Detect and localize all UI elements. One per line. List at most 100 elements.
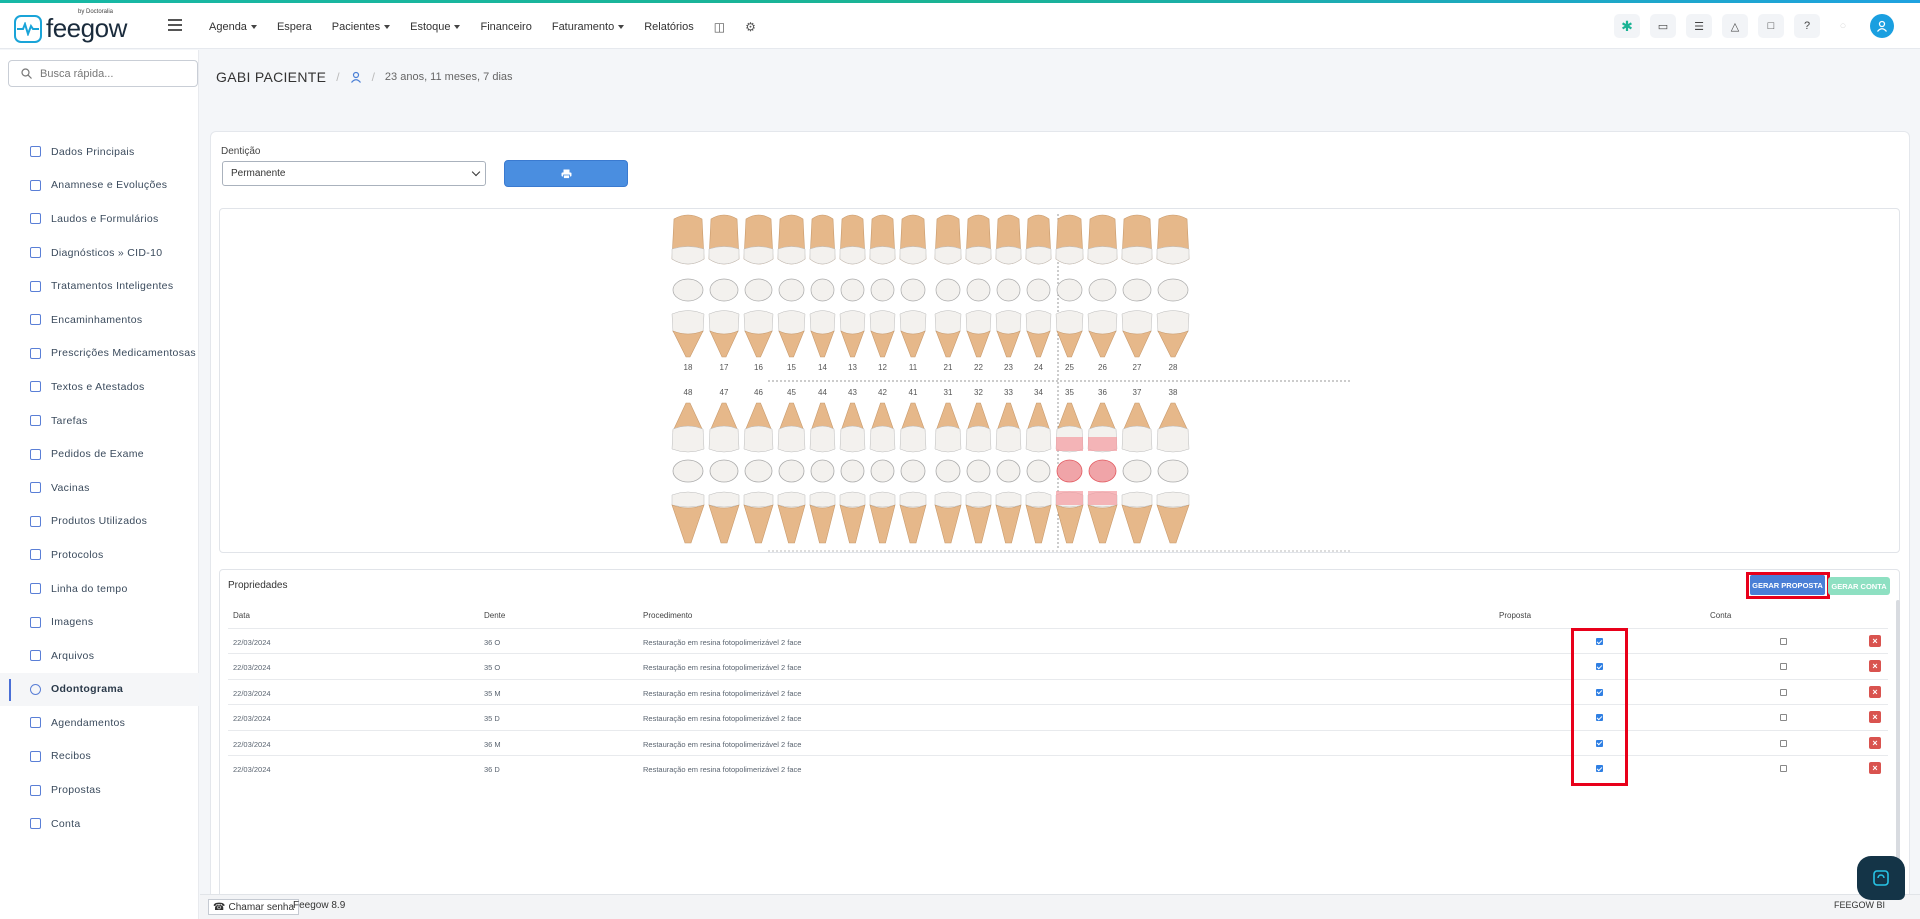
tooth-23[interactable] <box>995 214 1022 358</box>
sidebar-item-arquivos[interactable]: Arquivos <box>0 639 199 673</box>
tooth-43[interactable] <box>839 402 866 544</box>
tooth-46[interactable] <box>743 402 774 544</box>
tooth-28[interactable] <box>1156 214 1190 358</box>
tooth-24[interactable] <box>1025 214 1052 358</box>
tooth-48[interactable] <box>671 402 705 544</box>
database-icon[interactable]: ◫ <box>714 20 725 34</box>
delete-icon[interactable]: × <box>1869 660 1881 673</box>
gerar-conta-button[interactable]: GERAR CONTA <box>1828 577 1890 595</box>
sidebar-item-propostas[interactable]: Propostas <box>0 773 199 807</box>
tooth-44[interactable] <box>809 402 836 544</box>
sidebar-item-odontograma[interactable]: Odontograma <box>0 672 199 707</box>
star-icon[interactable]: ✱ <box>1614 14 1640 38</box>
menu-toggle-icon[interactable] <box>168 19 182 31</box>
nav-financeiro[interactable]: Financeiro <box>480 20 531 34</box>
nav-faturamento[interactable]: Faturamento <box>552 20 625 34</box>
sidebar-item-recibos[interactable]: Recibos <box>0 740 199 774</box>
tooth-34[interactable] <box>1025 402 1052 544</box>
tooth-35[interactable] <box>1055 402 1084 544</box>
tooth-32[interactable] <box>965 402 992 544</box>
chat-icon[interactable]: □ <box>1758 14 1784 38</box>
tooth-17[interactable] <box>708 214 740 358</box>
tooth-42[interactable] <box>869 402 896 544</box>
tooth-37[interactable] <box>1121 402 1153 544</box>
gear-icon[interactable]: ⚙ <box>745 20 756 34</box>
tooth-14[interactable] <box>809 214 836 358</box>
tooth-47[interactable] <box>708 402 740 544</box>
tasks-icon[interactable]: ☰ <box>1686 14 1712 38</box>
nav-agenda[interactable]: Agenda <box>209 20 257 34</box>
conta-checkbox[interactable] <box>1780 739 1787 747</box>
sidebar-item-anamnese-e-evolu-es[interactable]: Anamnese e Evoluções <box>0 169 199 203</box>
feegow-bi-link[interactable]: FEEGOW BI <box>1834 900 1885 910</box>
sidebar-item-linha-do-tempo[interactable]: Linha do tempo <box>0 572 199 606</box>
conta-checkbox[interactable] <box>1780 714 1787 722</box>
tooth-33[interactable] <box>995 402 1022 544</box>
tooth-22[interactable] <box>965 214 992 358</box>
chamar-senha-button[interactable]: ☎ Chamar senha <box>208 899 300 915</box>
sidebar-item-produtos-utilizados[interactable]: Produtos Utilizados <box>0 505 199 539</box>
sidebar-item-laudos-e-formul-rios[interactable]: Laudos e Formulários <box>0 202 199 236</box>
conta-checkbox[interactable] <box>1780 688 1787 696</box>
tooth-11[interactable] <box>899 214 927 358</box>
sidebar-item-prescri-es-medicamentosas[interactable]: Prescrições Medicamentosas <box>0 337 199 371</box>
tooth-31[interactable] <box>934 402 962 544</box>
user-avatar[interactable] <box>1870 14 1894 38</box>
conta-checkbox[interactable] <box>1780 663 1787 671</box>
sidebar-item-vacinas[interactable]: Vacinas <box>0 471 199 505</box>
nav-espera[interactable]: Espera <box>277 20 312 34</box>
tooth-27[interactable] <box>1121 214 1153 358</box>
sidebar-item-tarefas[interactable]: Tarefas <box>0 404 199 438</box>
document-icon <box>30 381 41 393</box>
nav-relatorios[interactable]: Relatórios <box>644 20 694 34</box>
sidebar-item-dados-principais[interactable]: Dados Principais <box>0 135 199 169</box>
tooth-16[interactable] <box>743 214 774 358</box>
sidebar-item-imagens[interactable]: Imagens <box>0 605 199 639</box>
delete-icon[interactable]: × <box>1869 762 1881 774</box>
inbox-icon[interactable]: ▭ <box>1650 14 1676 38</box>
tooth-number: 22 <box>974 363 983 372</box>
nav-estoque[interactable]: Estoque <box>410 20 461 34</box>
tooth-18[interactable] <box>671 214 705 358</box>
sidebar-item-protocolos[interactable]: Protocolos <box>0 538 199 572</box>
tooth-25[interactable] <box>1055 214 1084 358</box>
cell-procedimento: Restauração em resina fotopolimerizável … <box>643 714 802 724</box>
bell-icon[interactable]: △ <box>1722 14 1748 38</box>
tooth-36[interactable] <box>1087 402 1118 544</box>
tooth-26[interactable] <box>1087 214 1118 358</box>
sidebar-item-textos-e-atestados[interactable]: Textos e Atestados <box>0 370 199 404</box>
tooth-13[interactable] <box>839 214 866 358</box>
tooth-number: 16 <box>754 363 763 372</box>
sidebar-item-pedidos-de-exame[interactable]: Pedidos de Exame <box>0 437 199 471</box>
print-button[interactable] <box>504 160 628 187</box>
delete-icon[interactable]: × <box>1869 736 1881 749</box>
conta-checkbox[interactable] <box>1780 765 1787 772</box>
tooth-12[interactable] <box>869 214 896 358</box>
delete-icon[interactable]: × <box>1869 685 1881 698</box>
tooth-41[interactable] <box>899 402 927 544</box>
delete-icon[interactable]: × <box>1869 711 1881 724</box>
feegow-logo[interactable]: feegow by Doctoralia <box>14 9 127 44</box>
tooth-number: 38 <box>1169 388 1178 397</box>
denticao-select[interactable]: Permanente <box>222 161 486 186</box>
delete-icon[interactable]: × <box>1869 635 1881 647</box>
chat-widget-button[interactable] <box>1857 856 1905 900</box>
table-row: 22/03/2024 36 O Restauração em resina foto… <box>228 628 1888 653</box>
nav-pacientes[interactable]: Pacientes <box>332 20 391 34</box>
scrollbar[interactable] <box>1896 600 1900 890</box>
tooth-38[interactable] <box>1156 402 1190 544</box>
patient-user-icon[interactable] <box>350 71 362 83</box>
tooth-21[interactable] <box>934 214 962 358</box>
sidebar-item-label: Tarefas <box>51 414 88 427</box>
sidebar-item-diagn-sticos-cid-10[interactable]: Diagnósticos » CID-10 <box>0 236 199 270</box>
search-input[interactable]: Busca rápida... <box>8 60 198 87</box>
sidebar-item-conta[interactable]: Conta <box>0 807 199 841</box>
printer-icon <box>561 169 571 179</box>
conta-checkbox[interactable] <box>1780 638 1787 645</box>
help-icon[interactable]: ? <box>1794 14 1820 38</box>
tooth-45[interactable] <box>777 402 806 544</box>
sidebar-item-tratamentos-inteligentes[interactable]: Tratamentos Inteligentes <box>0 269 199 303</box>
sidebar-item-agendamentos[interactable]: Agendamentos <box>0 706 199 740</box>
sidebar-item-encaminhamentos[interactable]: Encaminhamentos <box>0 303 199 337</box>
tooth-15[interactable] <box>777 214 806 358</box>
